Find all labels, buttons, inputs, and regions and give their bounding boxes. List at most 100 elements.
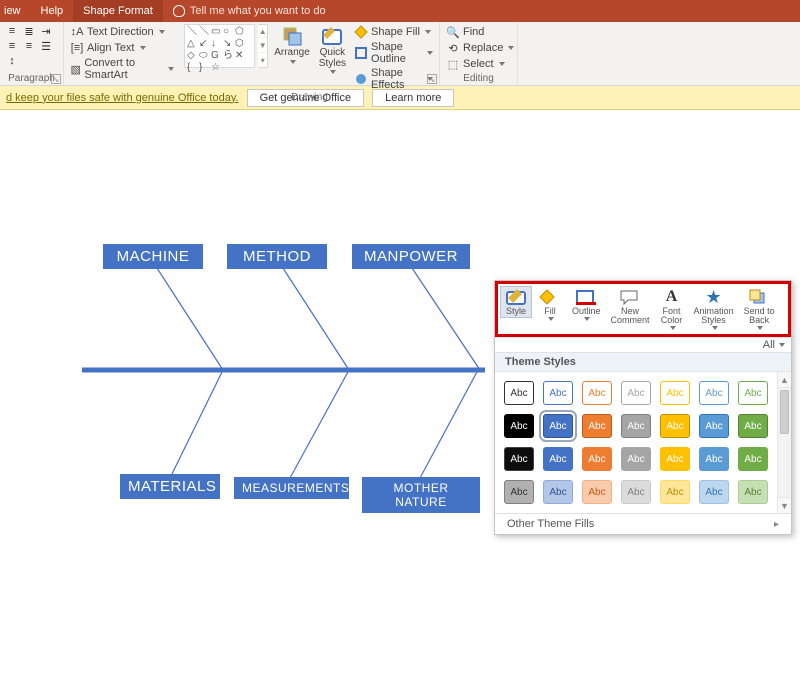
shape-fill-button[interactable]: Shape Fill [352, 24, 435, 40]
shapes-gallery[interactable]: ＼＼▭○⬠△ ↙↓↘⬡◇⬭ Gら✕{}☆ [184, 24, 255, 68]
chevron-right-icon: ▸ [774, 519, 779, 530]
popup-style-button[interactable]: Style [500, 286, 532, 318]
popup-toolbar: Style Fill Outline New Comment A Font Co… [495, 281, 791, 337]
number-list-icon[interactable]: ≣ [21, 24, 37, 38]
fishbone-label-method[interactable]: METHOD [227, 244, 327, 269]
theme-style-swatch[interactable]: Abc [582, 480, 612, 504]
tab-view-partial[interactable]: iew [0, 0, 31, 22]
popup-all-row[interactable]: All [495, 337, 791, 353]
line-spacing-icon[interactable]: ↕ [4, 54, 20, 68]
theme-style-swatch[interactable]: Abc [543, 447, 573, 471]
theme-style-swatch[interactable]: Abc [504, 414, 534, 438]
styles-scrollbar[interactable]: ▲ ▼ [777, 372, 791, 513]
theme-style-swatch[interactable]: Abc [543, 414, 573, 438]
outline-icon [574, 288, 598, 306]
fishbone-label-mother-nature[interactable]: MOTHER NATURE [362, 477, 480, 513]
theme-style-swatch[interactable]: Abc [699, 381, 729, 405]
popup-send-to-back-button[interactable]: Send to Back [740, 286, 779, 332]
scroll-thumb[interactable] [780, 390, 789, 434]
theme-style-swatch[interactable]: Abc [699, 414, 729, 438]
new-comment-icon [618, 288, 642, 306]
theme-style-swatch[interactable]: Abc [660, 414, 690, 438]
arrange-icon [281, 25, 303, 47]
theme-style-swatch[interactable]: Abc [621, 480, 651, 504]
theme-style-swatch[interactable]: Abc [504, 480, 534, 504]
popup-fill-button[interactable]: Fill [534, 286, 566, 323]
theme-styles-grid: Abc Abc Abc Abc Abc Abc Abc Abc Abc Abc Abc Abc Abc A… [495, 372, 777, 513]
theme-style-swatch[interactable]: Abc [699, 480, 729, 504]
bullet-list-icon[interactable]: ≡ [4, 24, 20, 38]
scroll-up-icon[interactable]: ▲ [778, 372, 791, 388]
paragraph-dialog-launcher[interactable]: ↘ [51, 74, 61, 84]
other-theme-fills-row[interactable]: Other Theme Fills ▸ [495, 513, 791, 534]
quick-styles-button[interactable]: Quick Styles [316, 24, 349, 75]
theme-style-swatch[interactable]: Abc [582, 447, 612, 471]
scroll-down-icon[interactable]: ▼ [778, 497, 791, 513]
theme-style-swatch[interactable]: Abc [660, 381, 690, 405]
font-color-icon: A [660, 288, 684, 306]
animation-styles-icon: ★ [702, 288, 726, 306]
fishbone-label-machine[interactable]: MACHINE [103, 244, 203, 269]
theme-style-swatch[interactable]: Abc [621, 414, 651, 438]
shape-outline-button[interactable]: Shape Outline [352, 40, 435, 66]
popup-outline-button[interactable]: Outline [568, 286, 605, 323]
theme-style-swatch[interactable]: Abc [621, 381, 651, 405]
popup-font-color-button[interactable]: A Font Color [656, 286, 688, 332]
shapes-gallery-scroll[interactable]: ▲▼▾ [258, 24, 268, 68]
lightbulb-icon [173, 5, 185, 17]
select-button[interactable]: ⬚ Select [444, 56, 507, 72]
theme-style-swatch[interactable]: Abc [582, 414, 612, 438]
theme-style-swatch[interactable]: Abc [738, 480, 768, 504]
theme-style-swatch[interactable]: Abc [738, 447, 768, 471]
popup-animation-styles-button[interactable]: ★ Animation Styles [690, 286, 738, 332]
theme-style-swatch[interactable]: Abc [660, 480, 690, 504]
theme-style-swatch[interactable]: Abc [699, 447, 729, 471]
arrange-button[interactable]: Arrange [271, 24, 313, 65]
find-icon: 🔍 [446, 25, 460, 39]
shape-styles-popup: Style Fill Outline New Comment A Font Co… [494, 280, 792, 535]
theme-styles-header: Theme Styles [495, 353, 791, 372]
columns-icon[interactable]: ☰ [38, 39, 54, 53]
find-button[interactable]: 🔍 Find [444, 24, 486, 40]
group-editing-label: Editing [444, 73, 513, 85]
tab-shape-format[interactable]: Shape Format [73, 0, 163, 22]
shape-effects-icon [354, 72, 368, 86]
shape-effects-button[interactable]: Shape Effects [352, 66, 435, 92]
align-left-icon[interactable]: ≡ [4, 39, 20, 53]
fill-icon [538, 288, 562, 306]
replace-icon: ⟲ [446, 41, 460, 55]
group-drawing-label: Drawing [184, 92, 435, 104]
theme-style-swatch[interactable]: Abc [738, 381, 768, 405]
popup-new-comment-button[interactable]: New Comment [607, 286, 654, 327]
text-direction-icon: ↕A [70, 25, 84, 39]
indent-right-icon[interactable]: ⇥ [38, 24, 54, 38]
fishbone-label-measurements[interactable]: MEASUREMENTS [234, 477, 349, 499]
text-direction-button[interactable]: ↕A Text Direction [68, 24, 167, 40]
theme-style-swatch[interactable]: Abc [738, 414, 768, 438]
fishbone-label-manpower[interactable]: MANPOWER [352, 244, 470, 269]
align-text-icon: [≡] [70, 41, 84, 55]
convert-smartart-button[interactable]: ▧ Convert to SmartArt [68, 56, 176, 82]
theme-style-swatch[interactable]: Abc [621, 447, 651, 471]
theme-style-swatch[interactable]: Abc [543, 480, 573, 504]
quick-styles-icon [321, 25, 343, 47]
tell-me-search[interactable]: Tell me what you want to do [163, 0, 336, 22]
align-center-icon[interactable]: ≡ [21, 39, 37, 53]
replace-button[interactable]: ⟲ Replace [444, 40, 516, 56]
send-to-back-icon [747, 288, 771, 306]
theme-style-swatch[interactable]: Abc [504, 447, 534, 471]
drawing-dialog-launcher[interactable]: ↘ [427, 74, 437, 84]
theme-style-swatch[interactable]: Abc [660, 447, 690, 471]
tell-me-placeholder: Tell me what you want to do [190, 5, 326, 17]
shape-fill-icon [354, 25, 368, 39]
select-icon: ⬚ [446, 57, 460, 71]
smartart-icon: ▧ [70, 62, 81, 76]
align-text-button[interactable]: [≡] Align Text [68, 40, 148, 56]
theme-style-swatch[interactable]: Abc [543, 381, 573, 405]
shape-outline-icon [354, 46, 368, 60]
theme-style-swatch[interactable]: Abc [504, 381, 534, 405]
tab-help[interactable]: Help [31, 0, 74, 22]
theme-style-swatch[interactable]: Abc [582, 381, 612, 405]
fishbone-label-materials[interactable]: MATERIALS [120, 474, 220, 499]
style-icon [504, 288, 528, 306]
